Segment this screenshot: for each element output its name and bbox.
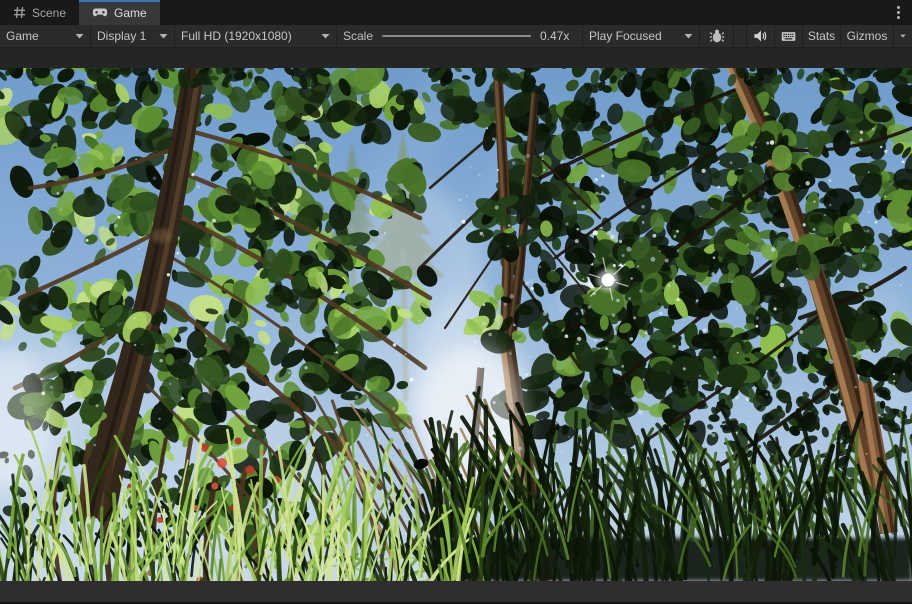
gizmos-button[interactable]: Gizmos: [841, 25, 894, 47]
toolbar-spacer: [734, 25, 747, 47]
speaker-icon: [753, 29, 768, 43]
gizmos-dropdown-arrow[interactable]: [894, 25, 912, 47]
scale-value: 0.47x: [540, 29, 576, 43]
game-view-toolbar: Game Display 1 Full HD (1920x1080) Scale…: [0, 25, 912, 48]
gizmos-label: Gizmos: [847, 29, 888, 43]
chevron-down-icon: [159, 33, 168, 39]
forest-scene-render: [0, 68, 912, 581]
stats-label: Stats: [808, 29, 835, 43]
tab-bar: Scene Game: [0, 0, 912, 25]
bug-icon: [709, 28, 725, 44]
mute-audio-button[interactable]: [747, 25, 775, 47]
game-view-type-dropdown[interactable]: Game: [0, 25, 91, 47]
debug-bug-button[interactable]: [700, 25, 734, 47]
tab-scene-label: Scene: [32, 6, 66, 20]
chevron-down-icon: [75, 33, 84, 39]
stats-button[interactable]: Stats: [803, 25, 841, 47]
game-view-letterbox-top: [0, 48, 912, 68]
scale-label: Scale: [343, 29, 373, 43]
chevron-down-icon: [684, 33, 693, 39]
play-focused-dropdown[interactable]: Play Focused: [583, 25, 700, 47]
tab-scene[interactable]: Scene: [0, 0, 79, 25]
resolution-dropdown[interactable]: Full HD (1920x1080): [175, 25, 337, 47]
game-render-viewport[interactable]: [0, 68, 912, 581]
resolution-label: Full HD (1920x1080): [181, 29, 292, 43]
scale-control: Scale 0.47x: [337, 25, 583, 47]
chevron-down-icon: [900, 33, 906, 39]
game-view-type-label: Game: [6, 29, 39, 43]
tab-game[interactable]: Game: [79, 0, 160, 25]
unity-game-window: Scene Game Game Display 1 Full HD (1920x…: [0, 0, 912, 604]
play-focused-label: Play Focused: [589, 29, 662, 43]
kebab-menu-icon[interactable]: [891, 4, 905, 21]
keyboard-icon: [781, 30, 796, 43]
game-view-letterbox-bottom: [0, 581, 912, 604]
grid-icon: [13, 6, 26, 19]
keyboard-shortcuts-button[interactable]: [775, 25, 803, 47]
display-label: Display 1: [97, 29, 146, 43]
display-dropdown[interactable]: Display 1: [91, 25, 175, 47]
tab-game-label: Game: [114, 6, 147, 20]
chevron-down-icon: [321, 33, 330, 39]
gamepad-icon: [92, 7, 108, 18]
scale-slider[interactable]: [382, 29, 531, 43]
